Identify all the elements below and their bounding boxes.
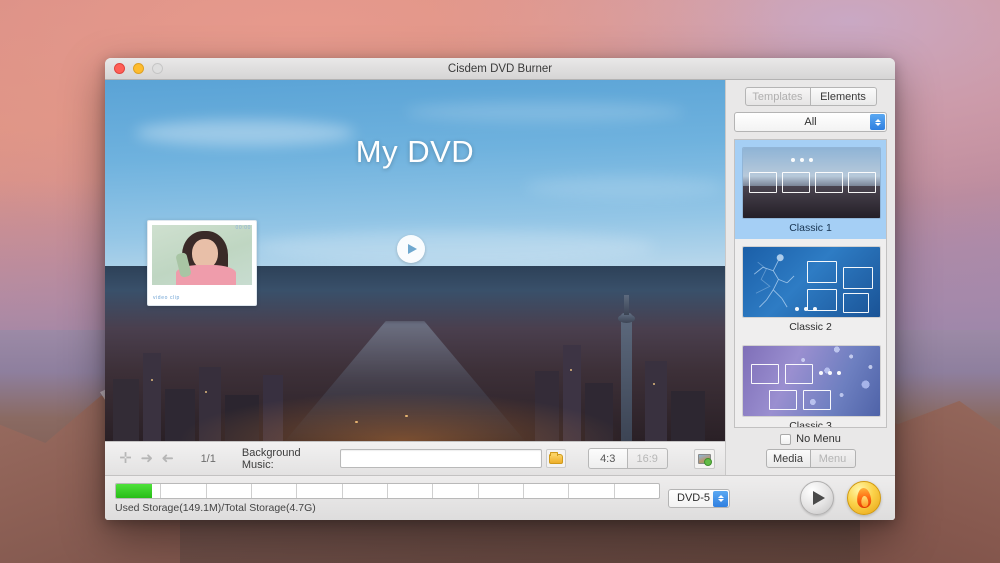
template-item-classic-3[interactable]: Classic 3 — [735, 338, 886, 428]
aspect-ratio-switch: 4:3 16:9 — [587, 448, 668, 469]
add-icon[interactable]: ✛ — [115, 448, 136, 470]
browse-music-button[interactable] — [546, 449, 566, 468]
stepper-updown-icon[interactable] — [870, 114, 885, 130]
video-thumbnail-image — [152, 225, 252, 285]
preview-city-glow — [105, 351, 725, 441]
template-thumbnail — [742, 147, 881, 219]
stepper-updown-icon[interactable] — [713, 490, 728, 507]
panel-footer: No Menu Media Menu — [734, 428, 887, 475]
dvd-menu-title[interactable]: My DVD — [105, 134, 725, 170]
thumbnail-name-label: video clip — [153, 295, 180, 301]
page-indicator: 1/1 — [200, 452, 216, 465]
templates-panel: Templates Elements All Classic 1 Classic… — [725, 80, 895, 475]
folder-icon — [549, 452, 564, 464]
storage-ticks — [116, 483, 659, 498]
media-button[interactable]: Media — [765, 449, 811, 468]
no-menu-row[interactable]: No Menu — [734, 433, 887, 445]
window-body: My DVD 00:00 video clip ✛ ➜ ➜ 1/1 Backgr… — [105, 80, 895, 475]
thumbnail-duration-label: 00:00 — [235, 225, 251, 231]
tab-elements[interactable]: Elements — [810, 87, 877, 106]
template-item-classic-1[interactable]: Classic 1 — [735, 140, 886, 239]
disc-type-value: DVD-5 — [677, 492, 711, 504]
preview-column: My DVD 00:00 video clip ✛ ➜ ➜ 1/1 Backgr… — [105, 80, 725, 475]
tab-templates[interactable]: Templates — [744, 87, 811, 106]
add-image-button[interactable] — [693, 448, 715, 469]
disc-type-select[interactable]: DVD-5 — [668, 488, 730, 508]
storage-text: Used Storage(149.1M)/Total Storage(4.7G) — [115, 501, 316, 514]
add-image-icon — [697, 453, 711, 464]
preview-toolbar: ✛ ➜ ➜ 1/1 Background Music: 4:3 16:9 — [105, 441, 725, 475]
template-item-classic-2[interactable]: Classic 2 — [735, 239, 886, 338]
template-name: Classic 2 — [789, 321, 832, 333]
flame-icon — [856, 487, 872, 509]
panel-tabs: Templates Elements — [734, 87, 887, 106]
media-menu-switch: Media Menu — [734, 449, 887, 468]
template-thumbnail — [742, 345, 881, 417]
ratio-16-9-button[interactable]: 16:9 — [627, 448, 668, 469]
dvd-menu-preview[interactable]: My DVD 00:00 video clip — [105, 80, 725, 441]
storage-bar — [115, 482, 660, 499]
preview-cloud — [405, 102, 685, 122]
preview-play-icon[interactable] — [397, 235, 425, 263]
video-thumbnail-card[interactable]: 00:00 video clip — [147, 220, 257, 306]
category-filter-value: All — [804, 116, 817, 128]
menu-button: Menu — [810, 449, 856, 468]
runner-graphic — [753, 254, 795, 308]
no-menu-label: No Menu — [796, 433, 841, 445]
window-title: Cisdem DVD Burner — [447, 62, 553, 75]
category-filter-select[interactable]: All — [734, 112, 887, 132]
template-name: Classic 1 — [789, 222, 832, 234]
burn-button[interactable] — [847, 481, 881, 515]
background-music-label: Background Music: — [241, 446, 301, 471]
app-window: Cisdem DVD Burner My DVD 00:00 video cli… — [105, 58, 895, 520]
template-thumbnail — [742, 246, 881, 318]
arrow-right-icon[interactable]: ➜ — [157, 448, 178, 470]
ratio-4-3-button[interactable]: 4:3 — [587, 448, 628, 469]
template-name: Classic 3 — [789, 420, 832, 428]
window-footer: Used Storage(149.1M)/Total Storage(4.7G)… — [105, 475, 895, 520]
arrow-left-icon[interactable]: ➜ — [136, 448, 157, 470]
window-titlebar[interactable]: Cisdem DVD Burner — [105, 58, 895, 80]
no-menu-checkbox[interactable] — [780, 433, 792, 445]
template-list[interactable]: Classic 1 Classic 2 Classic 3 — [734, 139, 887, 428]
storage-section: Used Storage(149.1M)/Total Storage(4.7G) — [115, 482, 660, 514]
footer-action-buttons — [800, 481, 881, 515]
preview-play-button[interactable] — [800, 481, 834, 515]
preview-cloud — [255, 230, 655, 264]
preview-cloud — [525, 176, 725, 198]
background-music-input[interactable] — [339, 449, 543, 468]
